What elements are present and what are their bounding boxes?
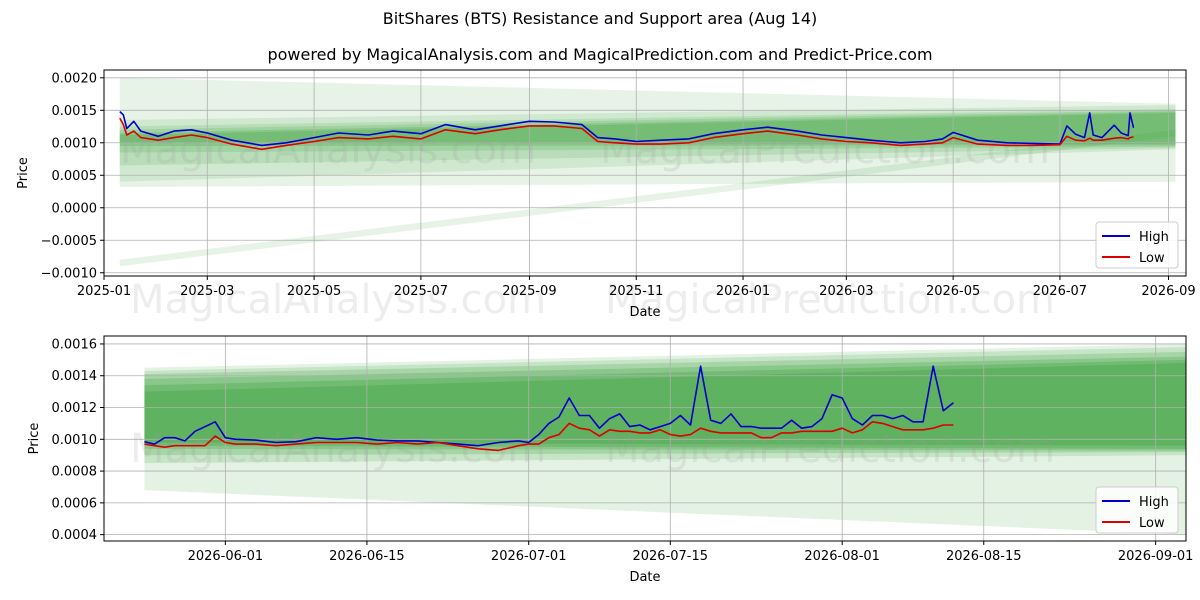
x-tick-label: 2026-08-01 [804,549,880,564]
x-tick-label: 2026-08-15 [946,549,1022,564]
y-tick-label: 0.0016 [52,337,98,352]
x-axis-label: Date [629,570,660,585]
charts-canvas: MagicalAnalysis.com MagicalPrediction.com… [16,69,1196,585]
y-tick-label: 0.0012 [52,401,98,416]
x-axis-label: Date [629,305,660,320]
legend: High Low [1095,486,1179,534]
legend-box [1095,221,1179,269]
x-tick-label: 2025-01 [77,284,131,299]
legend-label-high: High [1139,495,1169,510]
legend-box [1095,486,1179,534]
x-tick-label: 2026-07 [1033,284,1087,299]
x-tick-label: 2026-06-01 [188,549,264,564]
chart-1: MagicalAnalysis.com MagicalPrediction.com… [16,69,1196,323]
x-tick-label: 2026-07-01 [491,549,567,564]
y-tick-label: 0.0010 [52,433,98,448]
x-tick-label: 2026-09-01 [1118,549,1194,564]
y-tick-label: 0.0020 [52,71,98,86]
legend-label-low: Low [1139,251,1165,266]
x-tick-label: 2025-09 [502,284,556,299]
x-tick-label: 2026-06-15 [329,549,405,564]
y-tick-label: 0.0010 [52,136,98,151]
y-axis-label: Price [16,157,31,189]
x-tick-label: 2026-07-15 [632,549,708,564]
x-tick-label: 2026-03 [819,284,873,299]
y-tick-label: 0.0008 [52,465,98,480]
watermark-text: MagicalPrediction.com [600,127,1050,173]
y-tick-label: −0.0005 [41,234,97,249]
y-tick-label: 0.0000 [52,201,98,216]
chart-2: MagicalAnalysis.com MagicalPrediction.com… [27,335,1194,585]
y-tick-label: 0.0014 [52,369,98,384]
y-tick-label: 0.0015 [52,104,98,119]
x-tick-label: 2026-05 [926,284,980,299]
x-tick-label: 2025-03 [180,284,234,299]
y-axis-label: Price [27,423,42,455]
legend-label-high: High [1139,230,1169,245]
x-tick-label: 2025-07 [394,284,448,299]
y-tick-label: −0.0010 [41,266,97,281]
x-tick-label: 2025-05 [287,284,341,299]
x-tick-label: 2026-09 [1141,284,1195,299]
x-tick-label: 2026-01 [716,284,770,299]
y-tick-label: 0.0004 [52,528,98,543]
legend: High Low [1095,221,1179,269]
legend-label-low: Low [1139,516,1165,531]
y-tick-label: 0.0006 [52,496,98,511]
watermark-text: MagicalPrediction.com [605,426,1055,472]
y-tick-label: 0.0005 [52,169,98,184]
x-tick-label: 2025-11 [609,284,663,299]
